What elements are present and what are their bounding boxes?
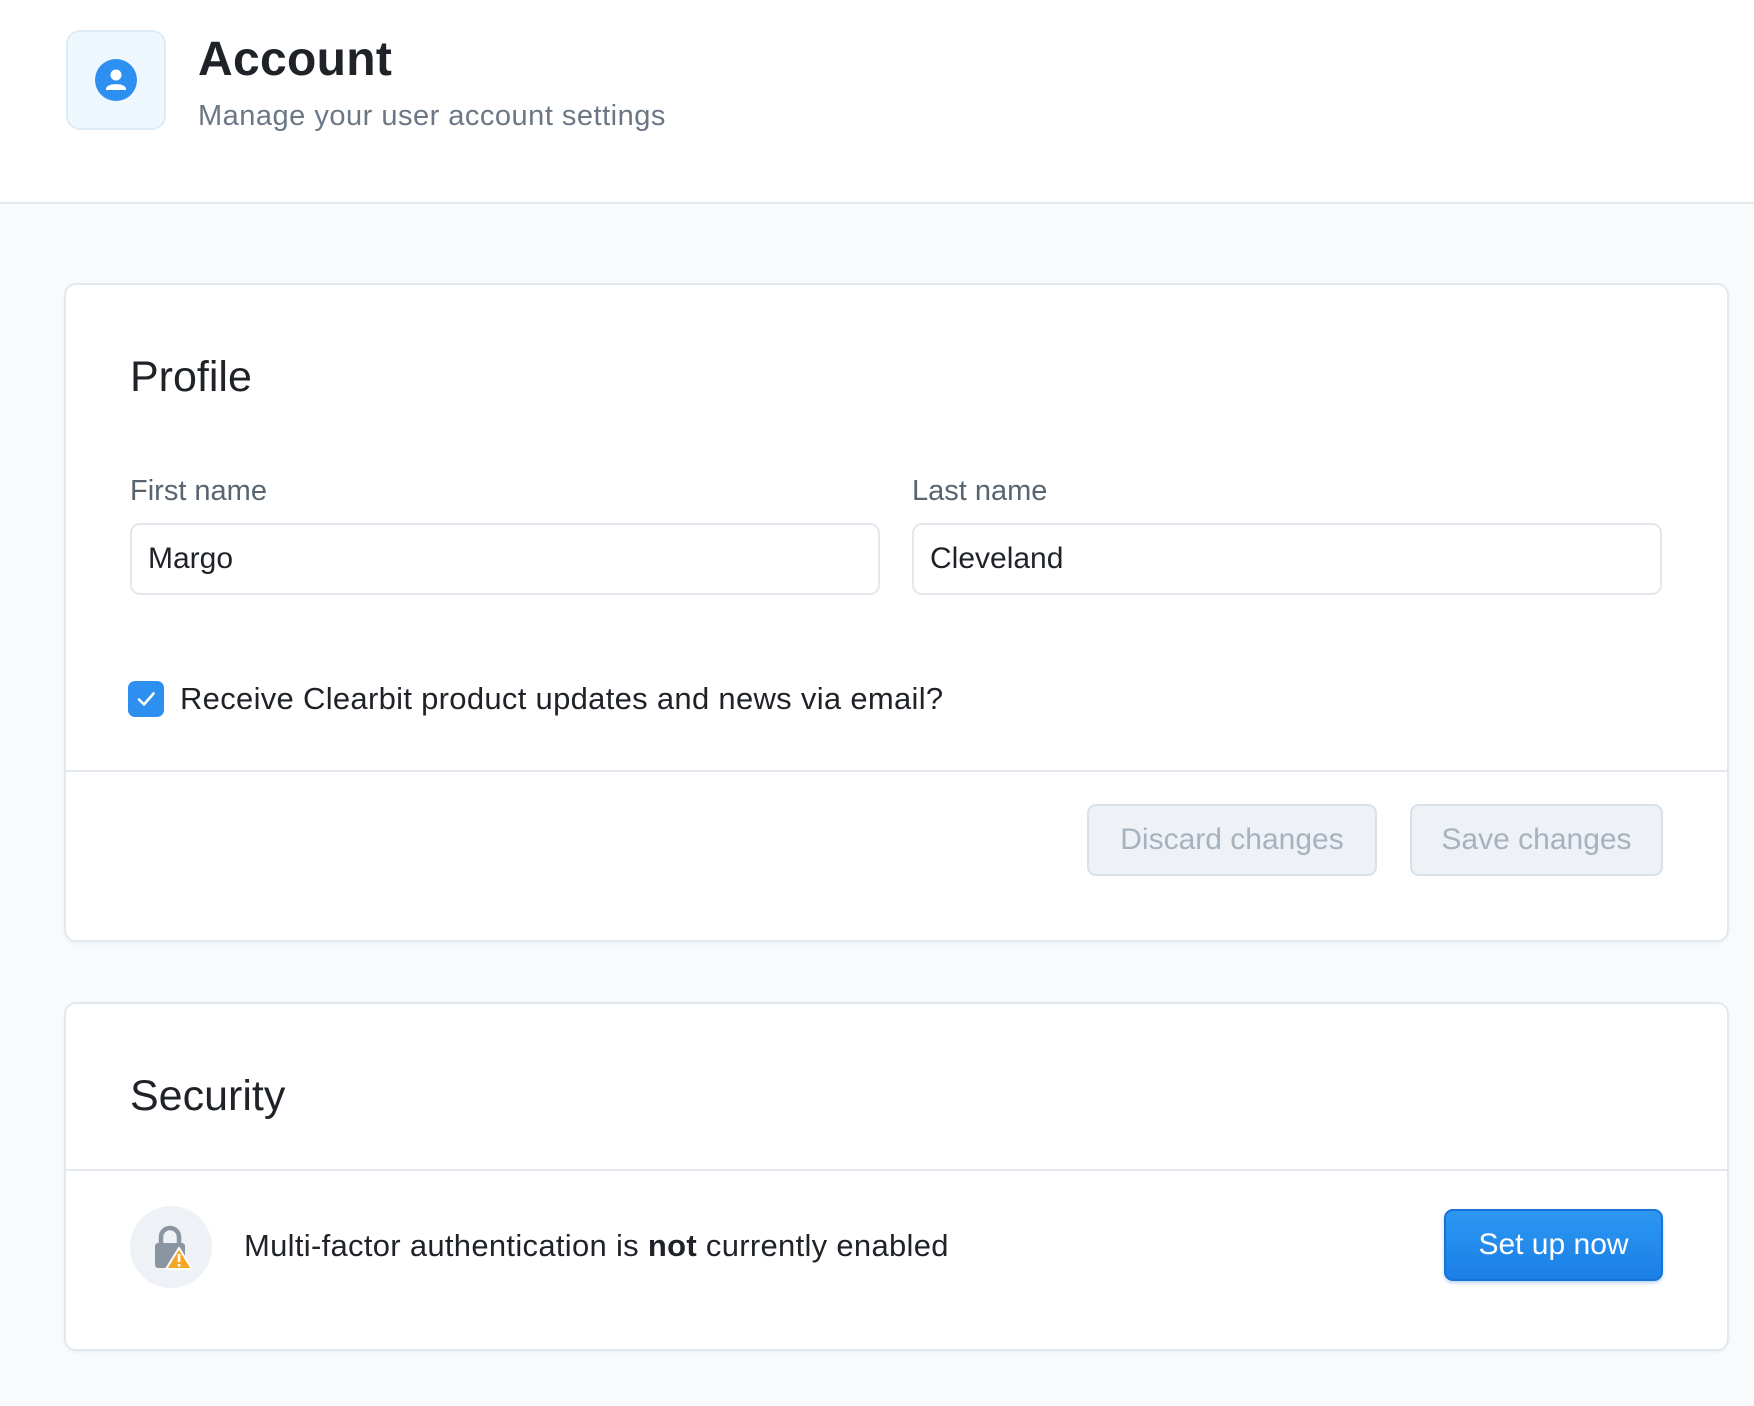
- newsletter-checkbox[interactable]: [128, 681, 164, 717]
- mfa-prefix: Multi-factor authentication is: [244, 1228, 648, 1263]
- security-title: Security: [130, 1072, 286, 1120]
- lock-badge: [130, 1206, 212, 1288]
- last-name-field[interactable]: [912, 523, 1662, 595]
- lock-warning-icon: [155, 1225, 193, 1270]
- page-title: Account: [198, 33, 393, 86]
- mfa-emphasis: not: [647, 1228, 697, 1263]
- last-name-label: Last name: [912, 475, 1048, 507]
- newsletter-label[interactable]: Receive Clearbit product updates and new…: [180, 681, 943, 717]
- checkmark-icon: [137, 692, 155, 706]
- account-icon-box: [66, 30, 166, 130]
- security-divider: [66, 1169, 1727, 1171]
- discard-changes-button[interactable]: Discard changes: [1087, 804, 1377, 876]
- profile-divider: [66, 770, 1727, 772]
- profile-card: Profile First name Last name Receive Cle…: [64, 283, 1729, 942]
- page-header: Account Manage your user account setting…: [0, 0, 1754, 204]
- page-subtitle: Manage your user account settings: [198, 100, 666, 132]
- mfa-suffix: currently enabled: [696, 1228, 949, 1263]
- mfa-status-text: Multi-factor authentication is not curre…: [244, 1228, 949, 1264]
- profile-title: Profile: [130, 353, 252, 401]
- first-name-field[interactable]: [130, 523, 880, 595]
- user-icon: [95, 59, 137, 101]
- security-card: Security Multi-factor authentication is …: [64, 1002, 1729, 1351]
- first-name-label: First name: [130, 475, 267, 507]
- setup-mfa-button[interactable]: Set up now: [1444, 1209, 1663, 1281]
- save-changes-button[interactable]: Save changes: [1410, 804, 1663, 876]
